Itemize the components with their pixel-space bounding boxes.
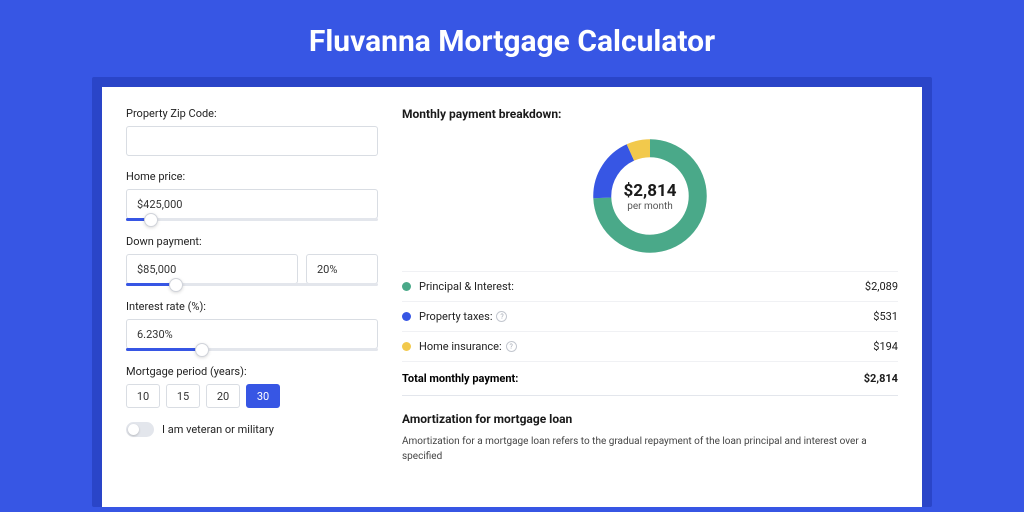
veteran-label: I am veteran or military	[162, 423, 274, 436]
amort-text: Amortization for a mortgage loan refers …	[402, 434, 898, 464]
field-home-price: Home price:	[126, 170, 378, 221]
legend-label: Property taxes:	[419, 310, 492, 323]
field-zip: Property Zip Code:	[126, 107, 378, 156]
interest-rate-input[interactable]	[126, 319, 378, 349]
donut-container: $2,814 per month	[402, 129, 898, 271]
period-option-30[interactable]: 30	[246, 384, 280, 408]
interest-rate-label: Interest rate (%):	[126, 300, 378, 313]
total-row: Total monthly payment: $2,814	[402, 362, 898, 396]
slider-thumb[interactable]	[195, 343, 209, 357]
legend-value: $2,089	[865, 280, 898, 293]
amort-title: Amortization for mortgage loan	[402, 412, 898, 426]
down-payment-input[interactable]	[126, 254, 298, 284]
down-payment-pct-input[interactable]	[306, 254, 378, 284]
legend-label: Home insurance:	[419, 340, 502, 353]
slider-thumb[interactable]	[169, 278, 183, 292]
zip-label: Property Zip Code:	[126, 107, 378, 120]
period-option-20[interactable]: 20	[206, 384, 240, 408]
zip-input[interactable]	[126, 126, 378, 156]
field-period: Mortgage period (years): 10152030	[126, 365, 378, 408]
legend-row-insurance: Home insurance:? $194	[402, 332, 898, 362]
period-option-10[interactable]: 10	[126, 384, 160, 408]
legend-value: $531	[873, 310, 898, 323]
legend-label: Principal & Interest:	[419, 280, 514, 293]
toggle-knob	[128, 424, 139, 435]
veteran-toggle-row: I am veteran or military	[126, 422, 378, 437]
period-options: 10152030	[126, 384, 378, 408]
donut-sub: per month	[627, 201, 673, 212]
home-price-input[interactable]	[126, 189, 378, 219]
donut-center: $2,814 per month	[587, 133, 713, 259]
total-label: Total monthly payment:	[402, 372, 518, 385]
period-label: Mortgage period (years):	[126, 365, 378, 378]
slider-thumb[interactable]	[144, 213, 158, 227]
home-price-slider[interactable]	[126, 218, 378, 221]
legend-dot	[402, 282, 411, 291]
field-down-payment: Down payment:	[126, 235, 378, 286]
card-container: Property Zip Code: Home price: Down paym…	[92, 77, 932, 507]
page-title: Fluvanna Mortgage Calculator	[0, 0, 1024, 77]
breakdown-title: Monthly payment breakdown:	[402, 107, 898, 121]
legend-row-taxes: Property taxes:? $531	[402, 302, 898, 332]
calculator-card: Property Zip Code: Home price: Down paym…	[102, 87, 922, 507]
interest-rate-slider[interactable]	[126, 348, 378, 351]
amortization-section: Amortization for mortgage loan Amortizat…	[402, 412, 898, 464]
legend-dot	[402, 342, 411, 351]
info-icon[interactable]: ?	[506, 341, 517, 352]
field-interest-rate: Interest rate (%):	[126, 300, 378, 351]
breakdown-panel: Monthly payment breakdown: $2,814 per mo…	[402, 107, 898, 507]
legend-value: $194	[873, 340, 898, 353]
form-panel: Property Zip Code: Home price: Down paym…	[126, 107, 378, 507]
donut-amount: $2,814	[624, 181, 677, 201]
payment-donut-chart: $2,814 per month	[587, 133, 713, 259]
info-icon[interactable]: ?	[496, 311, 507, 322]
legend-dot	[402, 312, 411, 321]
veteran-toggle[interactable]	[126, 422, 154, 437]
down-payment-label: Down payment:	[126, 235, 378, 248]
total-value: $2,814	[864, 372, 898, 385]
period-option-15[interactable]: 15	[166, 384, 200, 408]
legend-row-principal: Principal & Interest: $2,089	[402, 272, 898, 302]
home-price-label: Home price:	[126, 170, 378, 183]
down-payment-slider[interactable]	[126, 283, 378, 286]
legend: Principal & Interest: $2,089 Property taxe…	[402, 271, 898, 362]
